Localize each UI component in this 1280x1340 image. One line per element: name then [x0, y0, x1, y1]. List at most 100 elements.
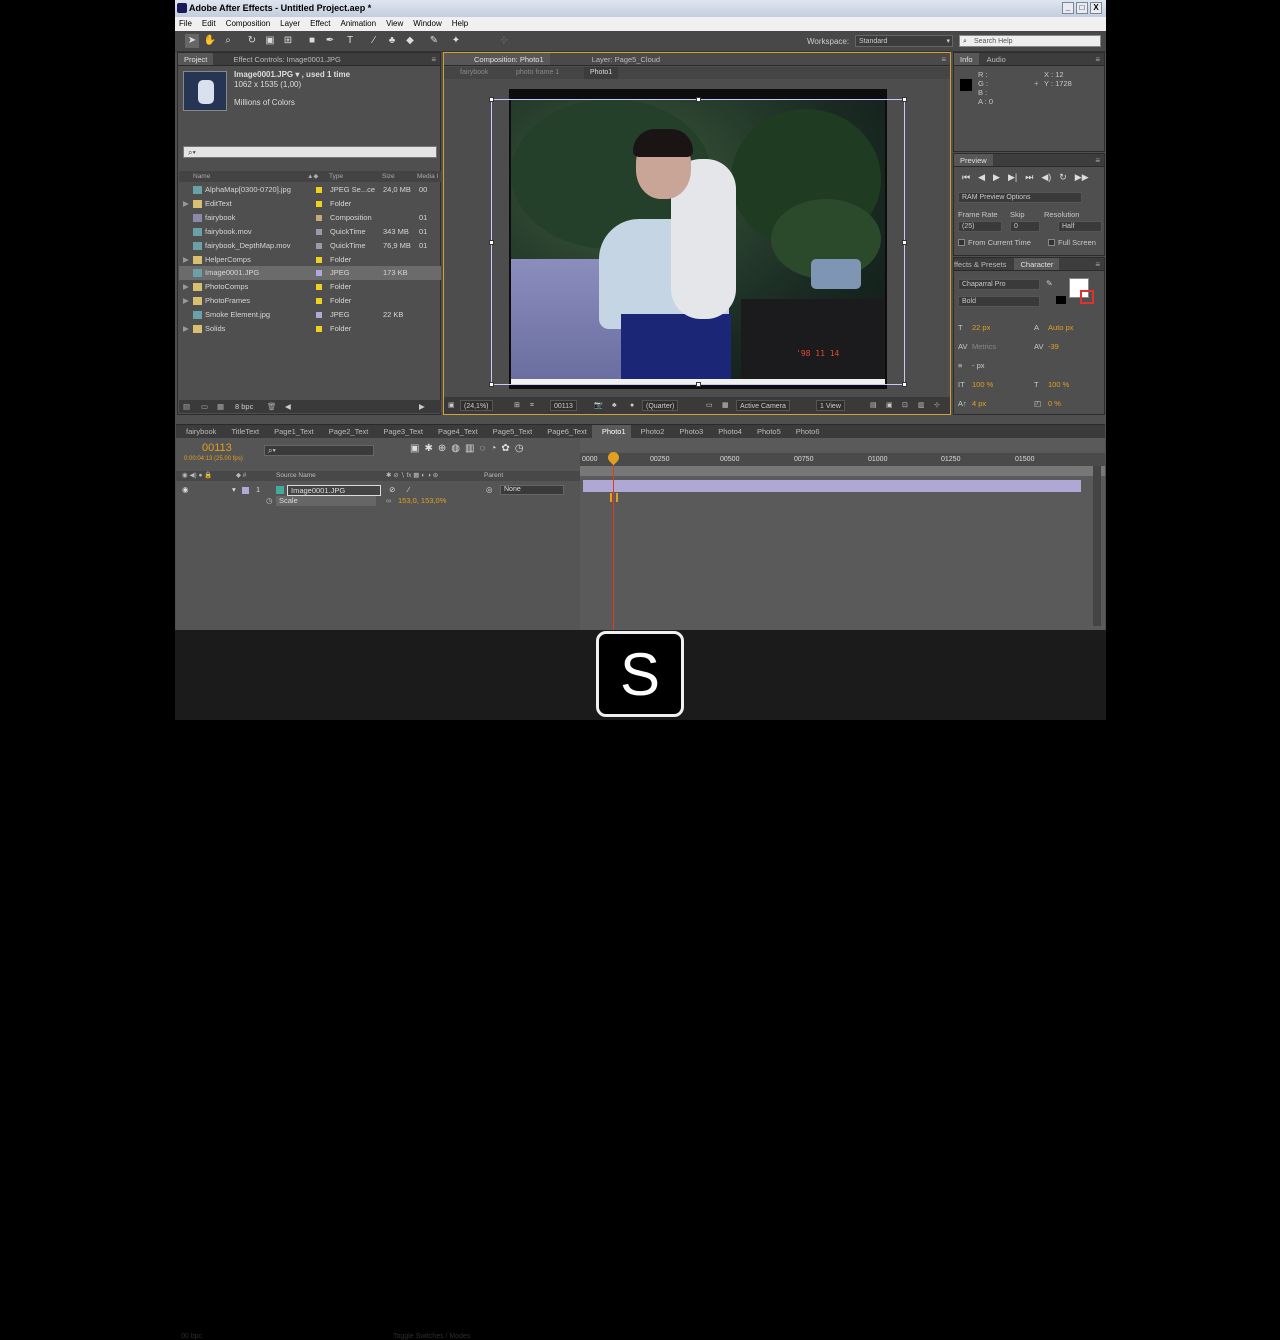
transform-handle[interactable] — [696, 382, 701, 387]
panel-menu-icon[interactable]: ≡ — [1095, 154, 1100, 166]
next-frame-icon[interactable]: ▶| — [1008, 172, 1017, 183]
timeline-tab[interactable]: Page1_Text — [264, 425, 319, 438]
project-row[interactable]: ▶ Solids Folder — [179, 322, 441, 336]
property-value[interactable]: 153,0, 153,0% — [398, 496, 446, 506]
parent-label[interactable]: Parent — [484, 471, 503, 481]
selection-tool-icon[interactable]: ➤ — [185, 34, 199, 48]
col-size[interactable]: Size — [382, 171, 395, 182]
transform-handle[interactable] — [489, 240, 494, 245]
col-name[interactable]: Name — [193, 171, 210, 182]
flowchart-icon[interactable]: ⊹ — [934, 400, 940, 411]
row-label-swatch[interactable] — [316, 242, 322, 249]
hand-tool-icon[interactable]: ✋ — [203, 34, 217, 48]
twirl-icon[interactable]: ▶ — [183, 253, 189, 267]
skip-dropdown[interactable]: 0 — [1010, 221, 1040, 232]
breadcrumb-photo1[interactable]: Photo1 — [584, 67, 619, 79]
pan-behind-tool-icon[interactable]: ⊞ — [281, 34, 295, 48]
panel-menu-icon[interactable]: ≡ — [1095, 258, 1100, 270]
clone-stamp-tool-icon[interactable]: ♣ — [385, 34, 399, 48]
menu-window[interactable]: Window — [413, 17, 441, 31]
panel-menu-icon[interactable]: ≡ — [431, 53, 436, 65]
project-row[interactable]: Smoke Element.jpg JPEG 22 KB — [179, 308, 441, 322]
stroke-width-value[interactable]: - px — [972, 356, 985, 375]
transform-handle[interactable] — [489, 97, 494, 102]
vertical-scale-value[interactable]: 100 % — [972, 375, 993, 394]
transform-handle[interactable] — [902, 382, 907, 387]
layer-label-color[interactable] — [242, 487, 249, 494]
timeline-tab[interactable]: Photo3 — [669, 425, 708, 438]
timeline-tab[interactable]: Photo2 — [631, 425, 670, 438]
project-row[interactable]: ▶ PhotoComps Folder — [179, 280, 441, 294]
play-icon[interactable]: ▶ — [993, 172, 1000, 183]
layer-bounding-box[interactable] — [489, 97, 907, 387]
tsume-value[interactable]: 0 % — [1048, 394, 1061, 413]
layer-name[interactable]: Image0001.JPG — [287, 485, 381, 496]
baseline-shift-value[interactable]: 4 px — [972, 394, 986, 413]
row-label-swatch[interactable] — [316, 298, 322, 305]
close-button[interactable]: X — [1090, 2, 1102, 14]
zoom-dropdown[interactable]: (24,1%) — [460, 400, 493, 411]
axis-mode-icon[interactable]: ⊹ — [497, 34, 511, 48]
row-label-swatch[interactable] — [316, 228, 322, 235]
checkbox-box[interactable] — [1048, 239, 1055, 246]
menu-help[interactable]: Help — [452, 17, 468, 31]
motion-blur-icon[interactable]: ◌ — [479, 443, 485, 454]
from-current-time-checkbox[interactable]: From Current Time — [958, 238, 1031, 247]
region-of-interest-icon[interactable]: ▭ — [706, 400, 713, 411]
loop-icon[interactable]: ↻ — [1059, 172, 1067, 183]
twirl-icon[interactable]: ▶ — [183, 322, 189, 336]
new-folder-icon[interactable]: ▭ — [201, 400, 208, 413]
trash-icon[interactable]: 🗑 — [267, 400, 277, 413]
clock-icon[interactable]: ◷ — [515, 443, 524, 454]
menu-animation[interactable]: Animation — [340, 17, 376, 31]
resolution-dropdown[interactable]: (Quarter) — [642, 400, 679, 411]
frame-rate-dropdown[interactable]: (25) — [958, 221, 1002, 232]
maximize-button[interactable]: □ — [1076, 2, 1088, 14]
leading-value[interactable]: Auto px — [1048, 318, 1073, 337]
toggle-pixel-icon[interactable]: ▤ — [870, 400, 877, 411]
minimize-button[interactable]: _ — [1062, 2, 1074, 14]
full-screen-checkbox[interactable]: Full Screen — [1048, 238, 1096, 247]
timeline-tab[interactable]: Photo5 — [747, 425, 786, 438]
project-row[interactable]: AlphaMap[0300-0720].jpg JPEG Se...ce 24,0 … — [179, 183, 441, 197]
font-size-value[interactable]: 22 px — [972, 318, 990, 337]
rectangle-tool-icon[interactable]: ■ — [305, 34, 319, 48]
transform-handle[interactable] — [696, 97, 701, 102]
project-row[interactable]: Image0001.JPG JPEG 173 KB — [179, 266, 441, 281]
search-help-input[interactable]: ⌕ Search Help — [959, 35, 1101, 47]
tab-character[interactable]: Character — [1014, 258, 1060, 270]
timeline-tab[interactable]: Page5_Text — [483, 425, 538, 438]
timeline-icon[interactable]: ▥ — [918, 400, 925, 411]
project-row[interactable]: fairybook_DepthMap.mov QuickTime 76,9 MB 01 — [179, 239, 441, 253]
brainstorm-icon[interactable]: ✿ — [501, 443, 509, 454]
tab-audio[interactable]: Audio — [981, 53, 1012, 65]
row-label-swatch[interactable] — [316, 200, 322, 207]
eyedropper-icon[interactable]: ✎ — [1046, 279, 1053, 288]
checkbox-box[interactable] — [958, 239, 965, 246]
row-label-swatch[interactable] — [316, 270, 322, 277]
new-comp-icon[interactable]: ▦ — [217, 400, 224, 413]
timecode-field[interactable]: 00113 — [550, 400, 577, 411]
panel-menu-icon[interactable]: ≡ — [1095, 53, 1100, 65]
tab-layer[interactable]: Layer: Page5_Cloud — [552, 53, 666, 65]
live-update-icon[interactable]: ✱ — [424, 443, 432, 454]
project-search-input[interactable]: ⌕▾ — [183, 146, 437, 158]
horizontal-scale-value[interactable]: 100 % — [1048, 375, 1069, 394]
black-swatch[interactable] — [1056, 296, 1066, 304]
menu-edit[interactable]: Edit — [202, 17, 216, 31]
row-label-swatch[interactable] — [316, 284, 322, 291]
audio-icon[interactable]: ◀) — [1041, 172, 1051, 183]
timeline-tab[interactable]: Page2_Text — [319, 425, 374, 438]
layer-row[interactable]: ◉ ▾ 1 Image0001.JPG ⊘ ∕ ◎ None — [176, 484, 580, 496]
col-media[interactable]: Media I — [417, 171, 438, 182]
camera-dropdown[interactable]: Active Camera — [736, 400, 790, 411]
tracking-value[interactable]: -39 — [1048, 337, 1059, 356]
stroke-color-swatch[interactable] — [1080, 290, 1094, 304]
bpc-label[interactable]: 8 bpc — [235, 400, 253, 413]
timeline-timecode[interactable]: 00113 — [202, 442, 232, 454]
resolution-dropdown[interactable]: Half — [1058, 221, 1102, 232]
views-dropdown[interactable]: 1 View — [816, 400, 845, 411]
transform-handle[interactable] — [902, 97, 907, 102]
time-ruler[interactable]: 0000 00250 00500 00750 01000 01250 01500 — [580, 453, 1105, 466]
transparency-grid-icon[interactable]: ▦ — [722, 400, 729, 411]
